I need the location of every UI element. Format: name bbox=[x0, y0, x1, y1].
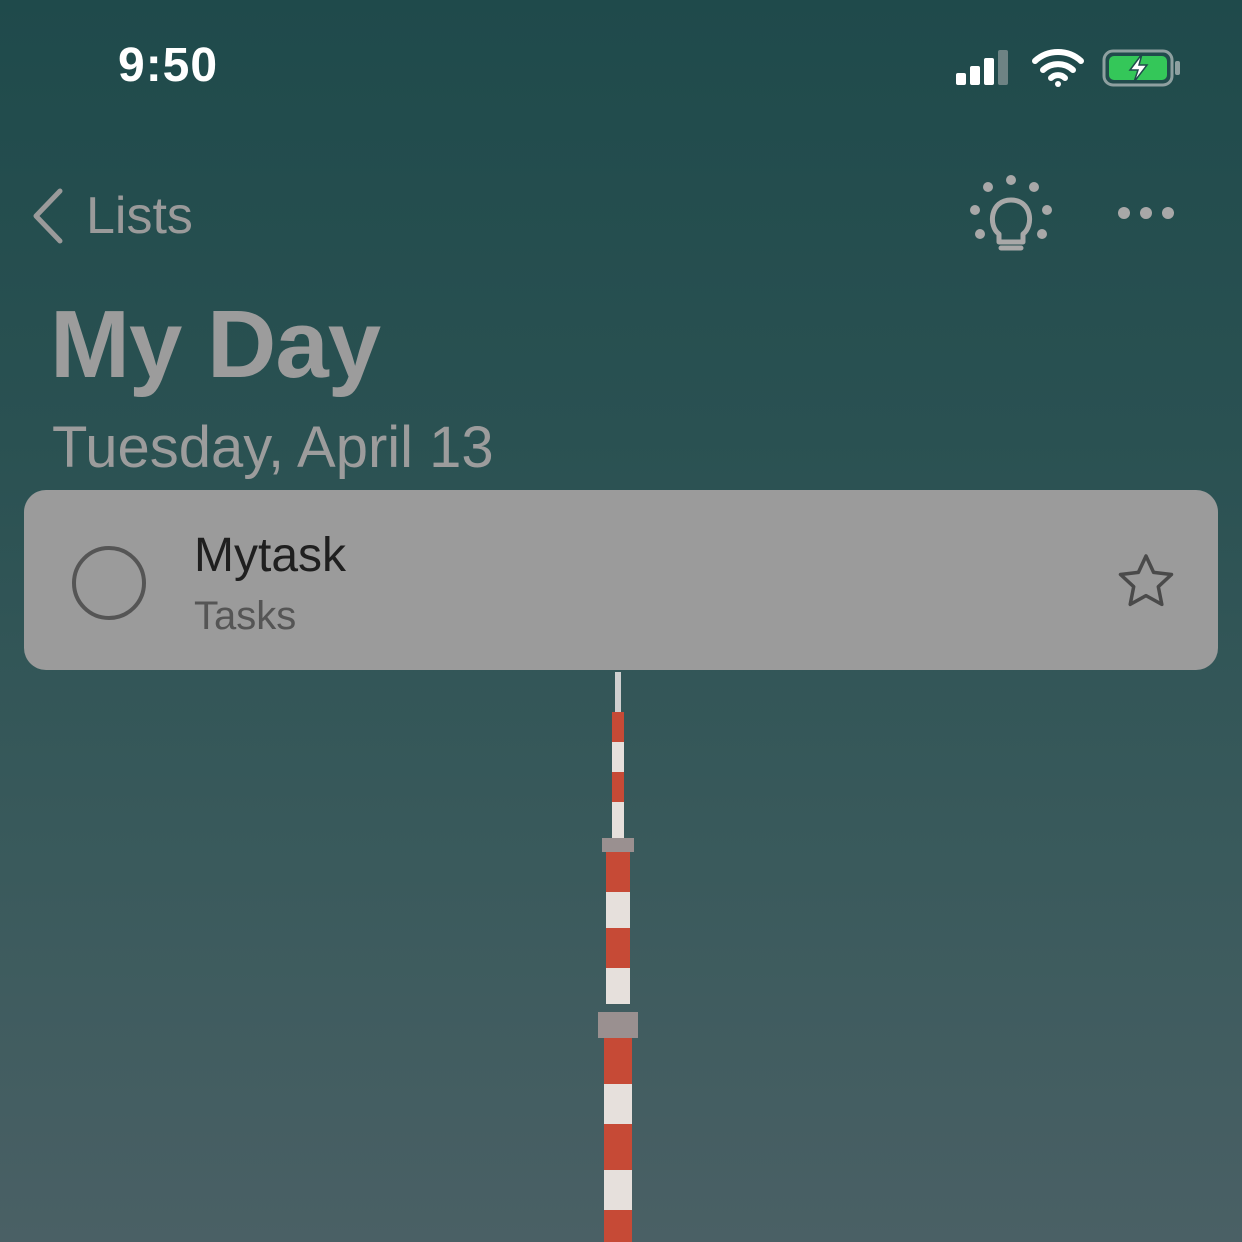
task-list-name: Tasks bbox=[194, 594, 297, 638]
task-complete-checkbox[interactable] bbox=[72, 546, 146, 620]
lightbulb-icon[interactable] bbox=[966, 172, 1056, 256]
page-title: My Day bbox=[50, 291, 381, 398]
background-tower-image bbox=[598, 672, 638, 1242]
my-day-screen: 9:50 Lists My Day Tuesday, April 13 Myta… bbox=[0, 0, 1242, 1242]
task-title: Mytask bbox=[194, 529, 347, 582]
task-item[interactable]: Mytask Tasks bbox=[24, 490, 1218, 670]
page-date: Tuesday, April 13 bbox=[52, 415, 494, 480]
back-button-label: Lists bbox=[86, 187, 193, 245]
status-icons bbox=[956, 44, 1182, 92]
star-icon[interactable] bbox=[1116, 552, 1176, 610]
wifi-icon bbox=[1032, 49, 1084, 87]
chevron-left-icon bbox=[33, 188, 63, 244]
more-icon[interactable] bbox=[1116, 198, 1176, 228]
status-time: 9:50 bbox=[118, 39, 219, 92]
battery-charging-icon bbox=[1102, 49, 1180, 87]
cellular-signal-icon bbox=[956, 50, 1008, 85]
back-button[interactable]: Lists bbox=[30, 184, 193, 248]
